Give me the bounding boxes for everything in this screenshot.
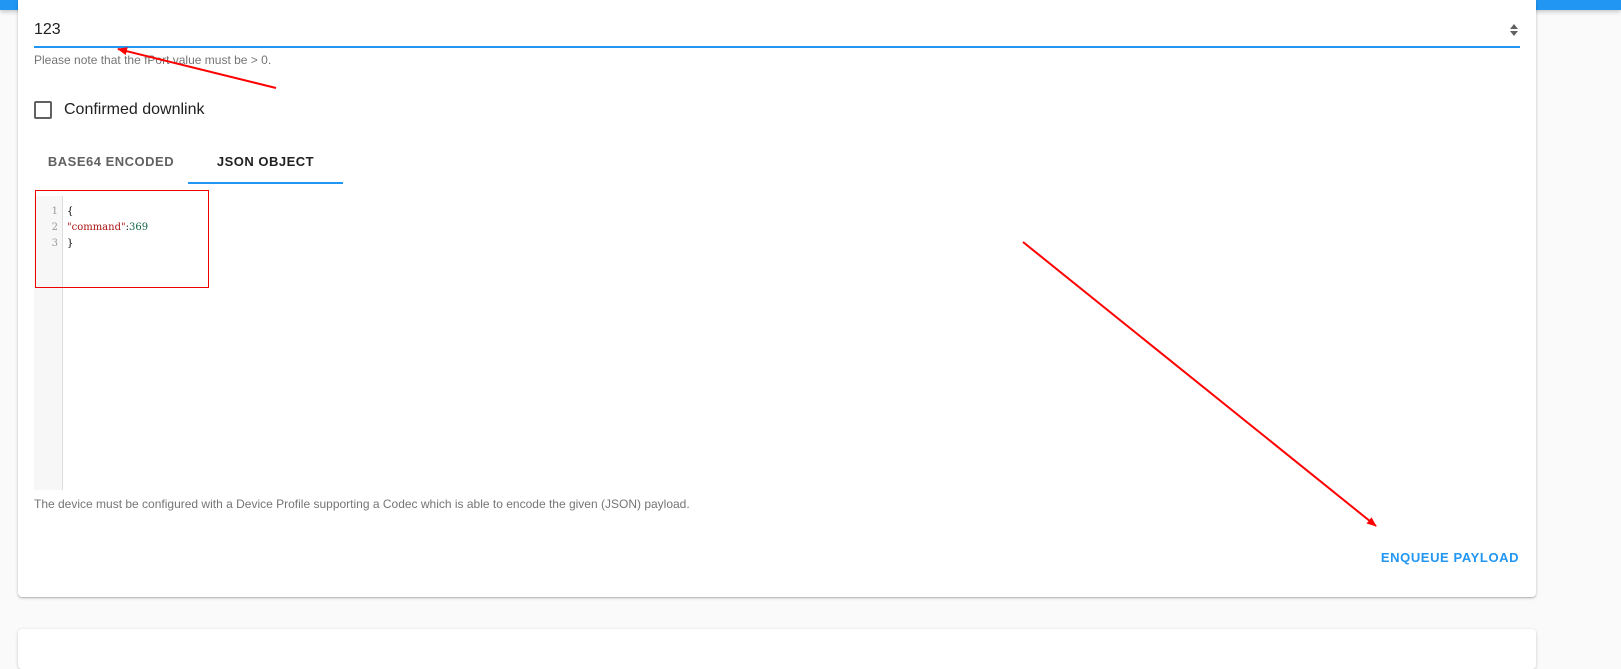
fport-input[interactable]: 123 (34, 21, 61, 39)
json-code-editor[interactable]: 1 2 3 { "command":369 } (34, 196, 1520, 490)
annotation-highlight-box (35, 190, 209, 288)
payload-tabs: BASE64 ENCODED JSON OBJECT (34, 140, 343, 184)
checkbox-box[interactable] (34, 101, 52, 119)
number-stepper-icon[interactable] (1508, 22, 1520, 38)
next-card (18, 629, 1536, 669)
fport-helper-text: Please note that the fPort value must be… (34, 53, 272, 67)
confirmed-downlink-checkbox[interactable]: Confirmed downlink (34, 98, 205, 122)
enqueue-payload-button[interactable]: ENQUEUE PAYLOAD (1380, 542, 1520, 572)
downlink-card: 123 Please note that the fPort value mus… (18, 0, 1536, 597)
fport-field[interactable]: 123 (34, 16, 1520, 48)
tab-base64-encoded[interactable]: BASE64 ENCODED (34, 140, 188, 182)
confirmed-downlink-label: Confirmed downlink (64, 101, 205, 118)
tab-json-object[interactable]: JSON OBJECT (188, 140, 343, 184)
codec-helper-text: The device must be configured with a Dev… (34, 497, 690, 511)
